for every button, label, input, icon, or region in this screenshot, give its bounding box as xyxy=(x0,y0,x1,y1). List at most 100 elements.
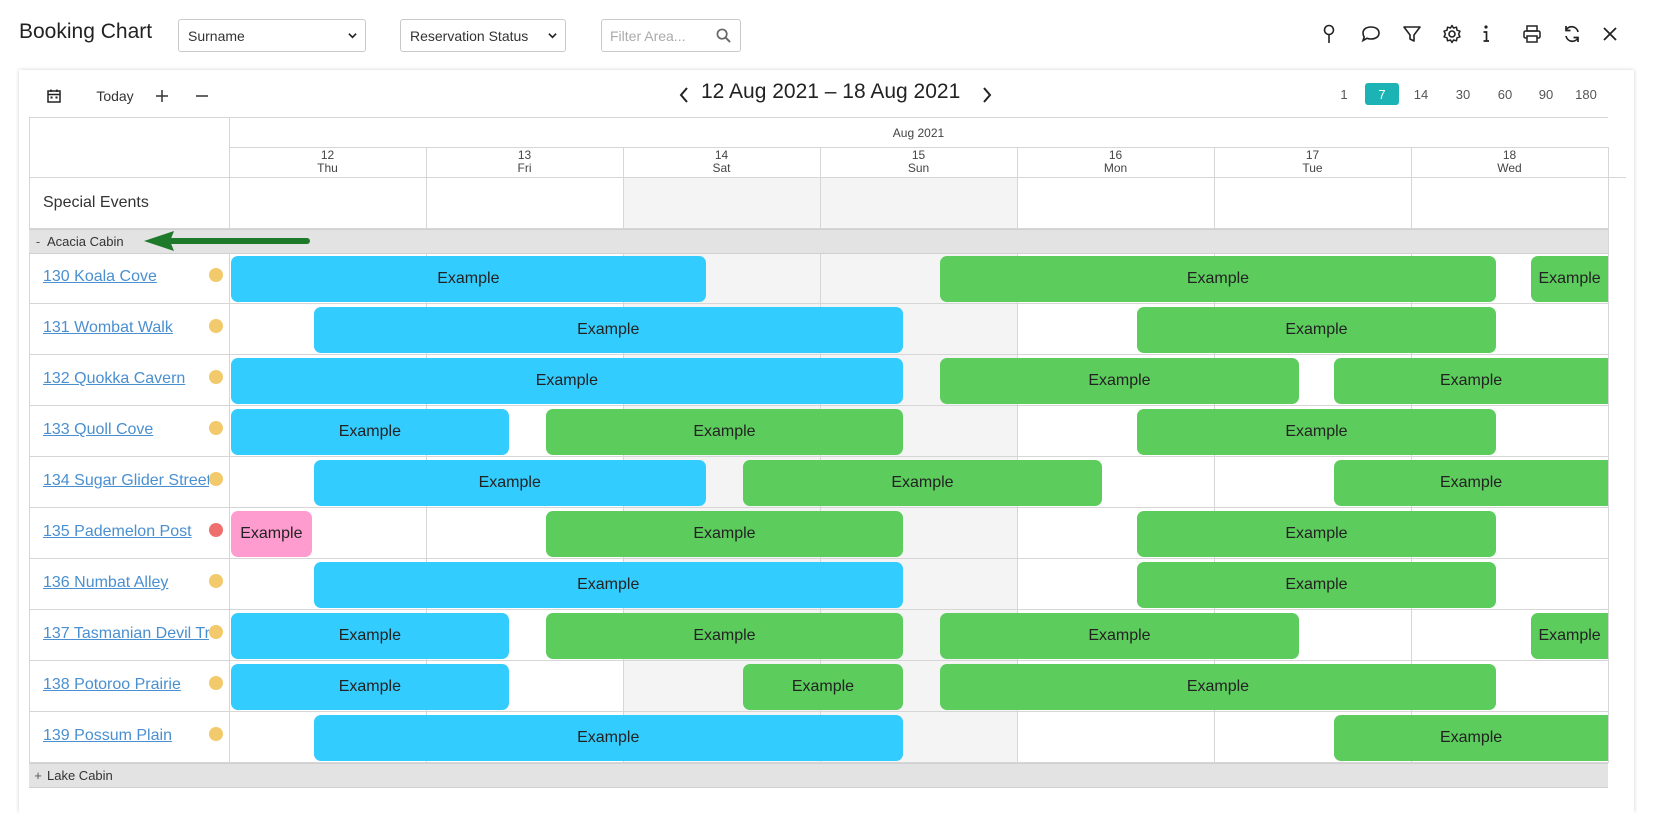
chat-icon[interactable] xyxy=(1359,22,1383,46)
booking-bar[interactable]: Example xyxy=(231,409,509,455)
day-of-week: Sat xyxy=(712,161,731,175)
group-toggle[interactable]: + xyxy=(29,768,47,783)
scale-option[interactable]: 7 xyxy=(1365,83,1399,105)
booking-bar[interactable]: Example xyxy=(546,409,903,455)
booking-chart-panel: Today 12 Aug 2021 – 18 Aug 2021 1 7 14 30 60… xyxy=(19,70,1634,813)
zoom-out-button[interactable] xyxy=(191,84,213,108)
booking-bar[interactable]: Example xyxy=(1531,256,1608,302)
booking-bar[interactable]: Example xyxy=(743,664,903,710)
room-status-dot xyxy=(209,319,223,333)
booking-bar[interactable]: Example xyxy=(1531,613,1608,659)
booking-bar[interactable]: Example xyxy=(231,256,706,302)
booking-bar[interactable]: Example xyxy=(231,664,509,710)
print-icon[interactable] xyxy=(1520,22,1544,46)
booking-bar[interactable]: Example xyxy=(743,460,1102,506)
plus-icon xyxy=(156,90,168,102)
booking-bar[interactable]: Example xyxy=(1137,307,1496,353)
room-status-dot xyxy=(209,370,223,384)
group-name: Lake Cabin xyxy=(47,768,113,783)
day-header: 17 Tue xyxy=(1214,149,1411,175)
booking-bar[interactable]: Example xyxy=(546,511,903,557)
room-status-dot xyxy=(209,472,223,486)
close-icon[interactable] xyxy=(1598,22,1622,46)
day-header: 14 Sat xyxy=(623,149,820,175)
room-status-dot xyxy=(209,574,223,588)
scale-option[interactable]: 1 xyxy=(1327,83,1361,105)
info-icon[interactable] xyxy=(1474,22,1498,46)
row-divider xyxy=(29,405,1608,406)
page-title: Booking Chart xyxy=(19,20,153,43)
room-link[interactable]: 138 Potoroo Prairie xyxy=(43,676,209,694)
minus-icon xyxy=(196,95,208,97)
room-link[interactable]: 131 Wombat Walk xyxy=(43,319,209,337)
previous-range-button[interactable] xyxy=(673,82,695,108)
room-link[interactable]: 133 Quoll Cove xyxy=(43,421,209,439)
day-of-week: Thu xyxy=(317,161,338,175)
status-select[interactable]: Reservation Status xyxy=(400,19,566,52)
grid-line xyxy=(1608,147,1609,763)
booking-bar[interactable]: Example xyxy=(1137,511,1496,557)
room-status-dot xyxy=(209,676,223,690)
row-divider xyxy=(29,354,1608,355)
next-range-button[interactable] xyxy=(976,82,998,108)
sort-select[interactable]: Surname xyxy=(178,19,366,52)
top-bar: Booking Chart Surname Reservation Status… xyxy=(0,0,1653,70)
booking-bar[interactable]: Example xyxy=(940,358,1299,404)
booking-bar[interactable]: Example xyxy=(231,613,509,659)
group-row[interactable]: + Lake Cabin xyxy=(29,763,1608,788)
scale-option[interactable]: 60 xyxy=(1488,83,1522,105)
booking-bar[interactable]: Example xyxy=(940,256,1496,302)
weekend-shade xyxy=(820,178,1017,228)
room-link[interactable]: 134 Sugar Glider Street xyxy=(43,472,209,490)
grid-line xyxy=(29,177,1608,178)
day-of-week: Wed xyxy=(1497,161,1522,175)
refresh-icon[interactable] xyxy=(1560,22,1584,46)
booking-bar[interactable]: Example xyxy=(1334,460,1608,506)
booking-bar[interactable]: Example xyxy=(1137,409,1496,455)
group-toggle[interactable]: - xyxy=(29,234,47,249)
room-link[interactable]: 132 Quokka Cavern xyxy=(43,370,209,388)
room-status-dot xyxy=(209,268,223,282)
scale-option[interactable]: 90 xyxy=(1529,83,1563,105)
scale-option[interactable]: 14 xyxy=(1404,83,1438,105)
row-divider xyxy=(29,303,1608,304)
room-link[interactable]: 130 Koala Cove xyxy=(43,268,209,286)
room-link[interactable]: 135 Pademelon Post xyxy=(43,523,209,541)
zoom-in-button[interactable] xyxy=(151,84,173,108)
today-button[interactable]: Today xyxy=(87,84,143,108)
filter-placeholder: Filter Area... xyxy=(610,27,686,44)
booking-bar[interactable]: Example xyxy=(1137,562,1496,608)
scale-option[interactable]: 30 xyxy=(1446,83,1480,105)
booking-bar[interactable]: Example xyxy=(940,613,1299,659)
gear-icon[interactable] xyxy=(1440,22,1464,46)
day-of-week: Fri xyxy=(517,161,532,175)
booking-bar[interactable]: Example xyxy=(231,358,903,404)
booking-bar[interactable]: Example xyxy=(313,460,706,506)
booking-bar[interactable]: Example xyxy=(313,715,903,761)
row-divider xyxy=(29,660,1608,661)
day-header: 18 Wed xyxy=(1411,149,1608,175)
filter-area-input[interactable]: Filter Area... xyxy=(601,19,741,52)
map-pin-icon[interactable] xyxy=(1317,22,1341,46)
booking-bar[interactable]: Example xyxy=(940,664,1496,710)
room-link[interactable]: 139 Possum Plain xyxy=(43,727,209,745)
date-range-title: 12 Aug 2021 – 18 Aug 2021 xyxy=(701,80,961,103)
day-of-week: Sun xyxy=(907,161,930,175)
calendar-icon[interactable] xyxy=(43,84,65,108)
status-select-value: Reservation Status xyxy=(410,27,529,44)
annotation-arrow xyxy=(144,231,310,251)
filter-icon[interactable] xyxy=(1400,22,1424,46)
booking-bar[interactable]: Example xyxy=(231,511,312,557)
booking-bar[interactable]: Example xyxy=(546,613,903,659)
chevron-down-icon xyxy=(348,33,357,39)
grid-line xyxy=(1608,177,1626,178)
booking-bar[interactable]: Example xyxy=(313,562,903,608)
booking-bar[interactable]: Example xyxy=(1334,358,1608,404)
booking-bar[interactable]: Example xyxy=(1334,715,1608,761)
room-link[interactable]: 136 Numbat Alley xyxy=(43,574,209,592)
day-of-week: Mon xyxy=(1103,161,1128,175)
chevron-right-icon xyxy=(983,87,992,103)
room-link[interactable]: 137 Tasmanian Devil Trail xyxy=(43,625,209,643)
scale-option[interactable]: 180 xyxy=(1569,83,1603,105)
booking-bar[interactable]: Example xyxy=(313,307,903,353)
